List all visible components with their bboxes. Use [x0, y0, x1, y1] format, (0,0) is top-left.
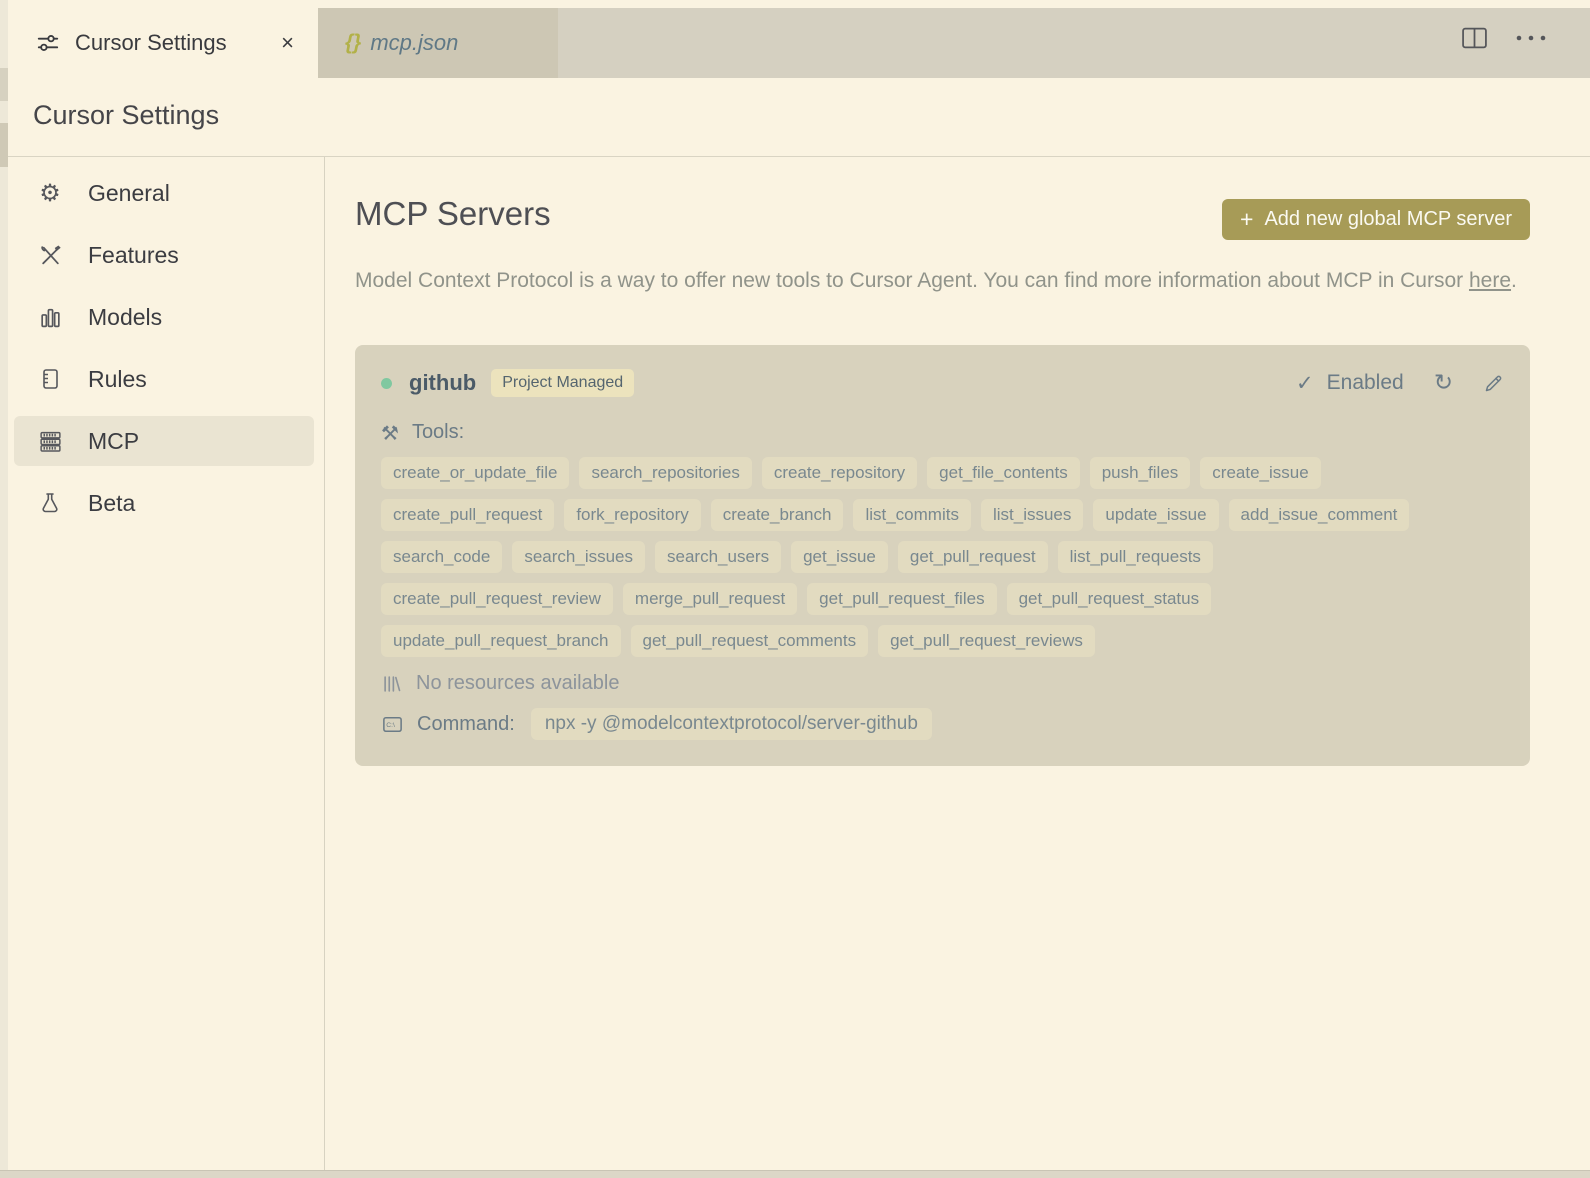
- tool-tag: create_pull_request_review: [381, 583, 613, 615]
- sidebar-item-label: Beta: [88, 489, 136, 516]
- resources-text: No resources available: [416, 672, 620, 694]
- edit-pencil-icon[interactable]: [1483, 373, 1504, 394]
- tools-icon: [36, 243, 64, 268]
- section-description: Model Context Protocol is a way to offer…: [355, 269, 1517, 292]
- tools-icon: ⚒: [381, 420, 399, 445]
- sidebar-item-label: Models: [88, 303, 163, 330]
- left-edge-block: [0, 68, 8, 101]
- tool-tag: create_repository: [761, 457, 918, 489]
- server-card-actions: ✓ Enabled ↻: [1296, 371, 1504, 395]
- more-actions-icon[interactable]: [1514, 33, 1548, 43]
- enabled-label: Enabled: [1326, 371, 1404, 394]
- command-value: npx -y @modelcontextprotocol/server-gith…: [530, 708, 932, 740]
- tool-tag: get_pull_request: [897, 541, 1048, 573]
- mcp-server-card-github: github Project Managed ✓ Enabled ↻ ⚒ Too…: [355, 345, 1530, 766]
- tools-row: ⚒ Tools:: [381, 421, 1504, 444]
- sidebar-item-rules[interactable]: Rules: [14, 354, 314, 404]
- bottom-strip: [0, 1171, 1590, 1178]
- tool-tag: list_commits: [853, 499, 971, 531]
- sidebar-item-label: MCP: [88, 427, 140, 454]
- server-stack-icon: [36, 429, 64, 454]
- tool-tag: add_issue_comment: [1228, 499, 1410, 531]
- tab-mcp-json[interactable]: {} mcp.json: [318, 8, 558, 78]
- split-editor-icon[interactable]: [1461, 26, 1488, 50]
- bar-chart-icon: [36, 305, 64, 330]
- tool-tag: get_issue: [791, 541, 888, 573]
- settings-sliders-icon: [35, 30, 61, 56]
- tool-tag: create_or_update_file: [381, 457, 570, 489]
- tool-tag: create_pull_request: [381, 499, 555, 531]
- sidebar-item-label: Features: [88, 241, 179, 268]
- sidebar-item-label: General: [88, 179, 170, 206]
- sidebar-item-general[interactable]: ⚙ General: [14, 168, 314, 218]
- check-icon: ✓: [1296, 371, 1314, 395]
- tool-tag: list_issues: [980, 499, 1084, 531]
- gear-icon: ⚙: [39, 179, 61, 207]
- tool-tag: search_issues: [512, 541, 646, 573]
- tools-label: Tools:: [411, 421, 465, 443]
- server-name: github: [409, 370, 477, 395]
- left-edge-strip: [0, 0, 8, 1170]
- tab-label: mcp.json: [370, 30, 459, 55]
- tool-tag: get_pull_request_files: [807, 583, 997, 615]
- plus-icon: +: [1240, 206, 1254, 232]
- library-icon: [381, 673, 403, 695]
- enabled-toggle[interactable]: ✓ Enabled: [1296, 371, 1404, 395]
- tab-bar: {} mcp.json: [318, 8, 1590, 78]
- svg-text:C:\: C:\: [386, 721, 395, 728]
- tool-tag: get_pull_request_reviews: [878, 625, 1095, 657]
- tool-tag: list_pull_requests: [1057, 541, 1213, 573]
- tool-tag: get_pull_request_comments: [630, 625, 869, 657]
- tool-tag: update_pull_request_branch: [381, 625, 621, 657]
- tool-tags: create_or_update_file search_repositories…: [381, 457, 1504, 657]
- sidebar-item-label: Rules: [88, 365, 147, 392]
- tool-tag-row: update_pull_request_branch get_pull_reque…: [381, 625, 1504, 657]
- tool-tag: fork_repository: [564, 499, 701, 531]
- tab-cursor-settings[interactable]: Cursor Settings ×: [8, 8, 310, 78]
- sidebar-item-features[interactable]: Features: [14, 230, 314, 280]
- flask-icon: [36, 491, 64, 515]
- add-global-mcp-server-button[interactable]: + Add new global MCP server: [1222, 199, 1530, 240]
- left-edge-block: [0, 123, 8, 167]
- close-tab-icon[interactable]: ×: [281, 32, 294, 54]
- command-label: Command:: [417, 712, 515, 735]
- tool-tag: merge_pull_request: [622, 583, 798, 615]
- tool-tag-row: create_or_update_file search_repositories…: [381, 457, 1504, 489]
- mcp-settings-panel: MCP Servers + Add new global MCP server …: [325, 157, 1590, 1170]
- settings-sidebar: ⚙ General Features Models Rules MCP Beta: [8, 168, 324, 528]
- tool-tag: search_users: [655, 541, 782, 573]
- tool-tag-row: create_pull_request_review merge_pull_req…: [381, 583, 1504, 615]
- here-link[interactable]: here: [1469, 269, 1511, 292]
- sidebar-item-models[interactable]: Models: [14, 292, 314, 342]
- refresh-icon[interactable]: ↻: [1434, 371, 1453, 395]
- status-dot: [381, 377, 392, 389]
- tool-tag: search_repositories: [579, 457, 752, 489]
- resources-row: No resources available: [381, 672, 1504, 695]
- sidebar-item-mcp[interactable]: MCP: [14, 416, 314, 466]
- tool-tag: get_file_contents: [927, 457, 1080, 489]
- tool-tag: create_issue: [1200, 457, 1321, 489]
- server-card-header: github Project Managed ✓ Enabled ↻: [381, 369, 1504, 397]
- project-managed-badge: Project Managed: [491, 369, 635, 397]
- tab-label: Cursor Settings: [75, 30, 227, 55]
- tool-tag-row: search_code search_issues search_users get_…: [381, 541, 1504, 573]
- json-file-icon: {}: [345, 31, 362, 54]
- tool-tag: push_files: [1089, 457, 1191, 489]
- document-rules-icon: [36, 367, 64, 391]
- tool-tag-row: create_pull_request fork_repository create…: [381, 499, 1504, 531]
- section-title: MCP Servers: [355, 195, 551, 232]
- page-title: Cursor Settings: [33, 100, 220, 130]
- tool-tag: get_pull_request_status: [1006, 583, 1212, 615]
- tool-tag: search_code: [381, 541, 503, 573]
- command-row: C:\ Command: npx -y @modelcontextprotoco…: [381, 708, 1504, 740]
- terminal-icon: C:\: [381, 713, 404, 736]
- sidebar-item-beta[interactable]: Beta: [14, 478, 314, 528]
- window-actions: [1461, 26, 1548, 50]
- tool-tag: create_branch: [710, 499, 844, 531]
- tool-tag: update_issue: [1093, 499, 1219, 531]
